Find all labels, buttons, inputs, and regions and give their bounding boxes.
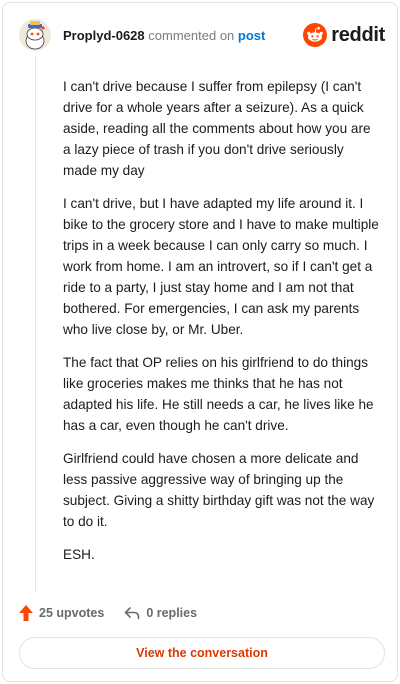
comment-paragraph: I can't drive because I suffer from epil… [63,79,371,178]
comment-paragraph: I can't drive, but I have adapted my lif… [63,196,379,337]
username-link[interactable]: Proplyd-0628 [63,28,145,43]
comment-paragraph: ESH. [63,547,95,562]
reply-count: 0 replies [146,606,198,620]
reddit-brand[interactable]: reddit [303,21,385,49]
byline-action-text: commented on [148,28,235,43]
comment-card: Proplyd-0628 commented on post reddit I … [2,2,398,682]
reddit-wordmark: reddit [331,23,385,46]
comment-body: I can't drive because I suffer from epil… [63,76,379,577]
view-conversation-button[interactable]: View the conversation [19,637,385,669]
upvote-count: 25 upvotes [39,606,105,620]
snoo-avatar-icon [19,19,51,51]
post-link[interactable]: post [238,28,265,43]
comment-byline: Proplyd-0628 commented on post [63,28,265,43]
reply-arrow-icon [125,607,140,620]
comment-paragraph: The fact that OP relies on his girlfrien… [63,355,374,433]
thread-line [35,57,36,591]
upvote-arrow-icon [19,605,33,621]
comment-actions: 25 upvotes 0 replies [19,602,217,624]
comment-header: Proplyd-0628 commented on post reddit [19,17,385,53]
user-avatar[interactable] [19,19,51,51]
reddit-logo-icon [303,23,328,47]
upvote-button[interactable]: 25 upvotes [19,605,104,621]
comment-paragraph: Girlfriend could have chosen a more deli… [63,451,375,529]
reply-button[interactable]: 0 replies [124,606,197,620]
